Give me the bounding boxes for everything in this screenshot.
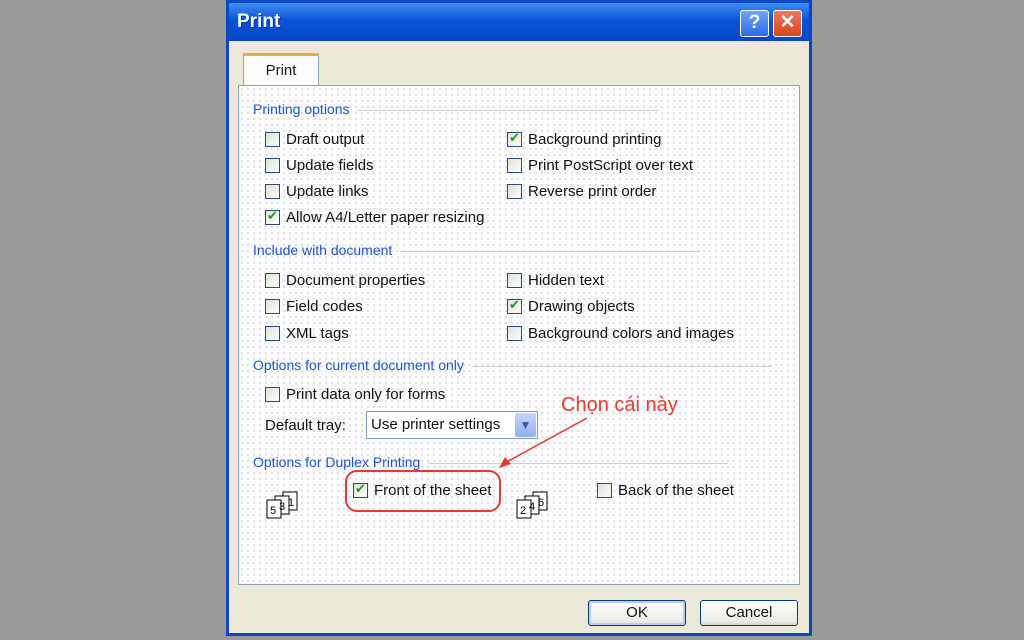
checkbox-label: Front of the sheet <box>374 482 492 499</box>
checkbox-update-links[interactable]: Update links <box>265 183 369 200</box>
checkbox-print-postscript[interactable]: Print PostScript over text <box>507 157 693 174</box>
checkbox-label: Drawing objects <box>528 298 635 315</box>
page-number: 3 <box>279 501 285 513</box>
checkbox-label: Reverse print order <box>528 183 657 200</box>
checkbox-box[interactable] <box>265 326 280 341</box>
cancel-button[interactable]: Cancel <box>700 600 798 626</box>
window-title: Print <box>237 11 281 32</box>
page-number: 6 <box>538 497 544 509</box>
default-tray-label: Default tray: <box>265 417 346 434</box>
checkbox-box[interactable] <box>265 158 280 173</box>
checkbox-back-of-sheet[interactable]: Back of the sheet <box>597 482 734 499</box>
page-number: 4 <box>529 501 535 513</box>
checkbox-label: Field codes <box>286 298 363 315</box>
checkbox-allow-a4-letter[interactable]: Allow A4/Letter paper resizing <box>265 208 485 226</box>
default-tray-value: Use printer settings <box>371 416 501 433</box>
help-icon: ? <box>748 12 761 33</box>
help-button[interactable]: ? <box>740 10 769 37</box>
checkbox-label: Print PostScript over text <box>528 157 694 174</box>
tab-panel: Printing options Draft output Update fie… <box>238 85 800 585</box>
section-heading: Include with document <box>253 242 700 258</box>
section-heading: Printing options <box>253 101 658 117</box>
checkbox-box[interactable] <box>265 299 280 314</box>
checkbox-label: Print data only for forms <box>286 386 446 403</box>
checkbox-document-properties[interactable]: Document properties <box>265 272 425 289</box>
front-pages-icon: 5 3 1 <box>266 491 298 519</box>
checkbox-label: Update links <box>286 183 369 200</box>
checkbox-box[interactable] <box>353 481 368 498</box>
checkbox-box[interactable] <box>507 184 522 199</box>
back-pages-icon: 2 4 6 <box>516 491 548 519</box>
checkbox-update-fields[interactable]: Update fields <box>265 157 374 174</box>
checkbox-box[interactable] <box>507 273 522 288</box>
page-number: 5 <box>270 505 276 517</box>
annotation-arrow <box>499 417 588 468</box>
checkbox-label: Document properties <box>286 272 426 289</box>
close-button[interactable]: ✕ <box>773 10 802 37</box>
title-bar[interactable]: Print ? ✕ <box>229 3 809 41</box>
ok-button[interactable]: OK <box>588 600 686 626</box>
checkbox-drawing-objects[interactable]: Drawing objects <box>507 297 635 315</box>
checkbox-front-of-sheet[interactable]: Front of the sheet <box>353 481 492 499</box>
checkbox-box[interactable] <box>507 130 522 147</box>
checkbox-field-codes[interactable]: Field codes <box>265 298 363 315</box>
checkbox-print-data-only[interactable]: Print data only for forms <box>265 386 445 403</box>
checkbox-box[interactable] <box>265 273 280 288</box>
print-dialog: Print ? ✕ Print Printing options Draft o… <box>226 0 812 636</box>
tab-print[interactable]: Print <box>243 53 319 87</box>
checkbox-box[interactable] <box>597 483 612 498</box>
section-heading: Options for current document only <box>253 357 772 373</box>
checkbox-background-colors[interactable]: Background colors and images <box>507 325 734 342</box>
checkbox-reverse-print-order[interactable]: Reverse print order <box>507 183 656 200</box>
checkbox-label: Hidden text <box>528 272 604 289</box>
checkbox-box[interactable] <box>265 387 280 402</box>
checkbox-hidden-text[interactable]: Hidden text <box>507 272 604 289</box>
close-icon: ✕ <box>779 12 796 33</box>
checkbox-box[interactable] <box>507 158 522 173</box>
checkbox-box[interactable] <box>265 208 280 225</box>
checkbox-box[interactable] <box>265 184 280 199</box>
checkbox-xml-tags[interactable]: XML tags <box>265 325 349 342</box>
checkbox-label: Background colors and images <box>528 325 734 342</box>
checkbox-box[interactable] <box>507 297 522 314</box>
page-number: 2 <box>520 505 526 517</box>
checkbox-box[interactable] <box>507 326 522 341</box>
checkbox-label: Back of the sheet <box>618 482 734 499</box>
checkbox-draft-output[interactable]: Draft output <box>265 131 364 148</box>
checkbox-label: Draft output <box>286 131 365 148</box>
checkbox-background-printing[interactable]: Background printing <box>507 130 662 148</box>
page-number: 1 <box>288 497 294 509</box>
checkbox-box[interactable] <box>265 132 280 147</box>
checkbox-label: Update fields <box>286 157 374 174</box>
checkbox-label: XML tags <box>286 325 349 342</box>
checkbox-label: Background printing <box>528 131 662 148</box>
checkbox-label: Allow A4/Letter paper resizing <box>286 209 485 226</box>
